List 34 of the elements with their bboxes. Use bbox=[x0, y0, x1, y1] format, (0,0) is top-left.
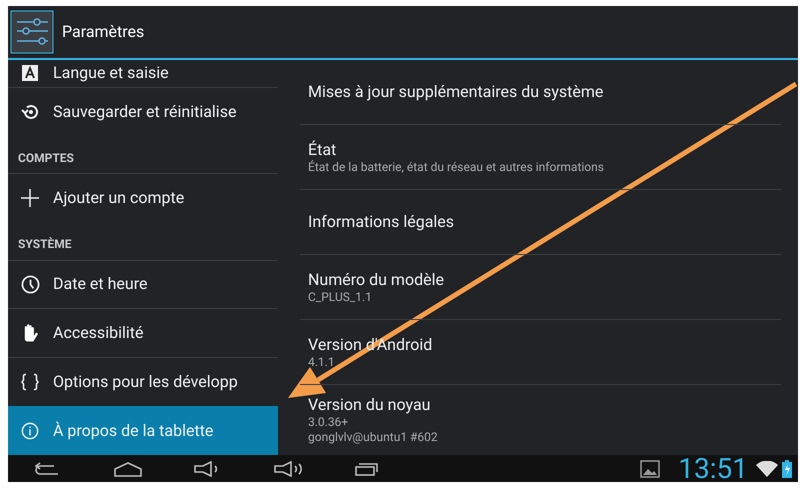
info-icon bbox=[21, 422, 39, 440]
setting-summary: C_PLUS_1.1 bbox=[308, 290, 373, 304]
setting-summary: gonglvlv@ubuntu1 #602 bbox=[308, 430, 439, 445]
app-title: Paramètres bbox=[62, 21, 144, 43]
home-icon[interactable] bbox=[114, 460, 142, 476]
setting-title[interactable]: Numéro du modèle bbox=[308, 270, 781, 290]
setting-summary: 4.1.1 bbox=[308, 354, 336, 370]
setting-title[interactable]: État bbox=[308, 140, 781, 160]
clock: 13:51 bbox=[678, 454, 748, 482]
settings-category[interactable]: Langue et saisie bbox=[8, 60, 278, 88]
keyboard-letter-icon bbox=[22, 65, 38, 82]
settings-category[interactable]: Sauvegarder et réinitialise bbox=[8, 88, 278, 136]
settings-category[interactable]: Ajouter un compte bbox=[8, 174, 278, 223]
settings-category[interactable]: Options pour les développ bbox=[8, 358, 278, 406]
section-header: COMPTES bbox=[18, 150, 74, 167]
clock-icon bbox=[20, 274, 40, 294]
wifi-icon bbox=[756, 460, 778, 476]
settings-category[interactable]: Accessibilité bbox=[8, 309, 278, 358]
setting-title[interactable]: Informations légales bbox=[308, 212, 781, 232]
section-header: SYSTÈME bbox=[18, 236, 72, 254]
braces-icon bbox=[21, 373, 39, 392]
settings-category[interactable]: À propos de la tablette bbox=[8, 406, 278, 455]
battery-charging-icon bbox=[782, 460, 792, 478]
back-icon[interactable] bbox=[34, 462, 60, 476]
settings-category[interactable]: Date et heure bbox=[8, 260, 278, 310]
setting-title[interactable]: Version du noyau bbox=[308, 395, 781, 415]
setting-title[interactable]: Mises à jour supplémentaires du système bbox=[308, 82, 781, 102]
plus-icon bbox=[20, 188, 40, 208]
image-notification-icon[interactable] bbox=[640, 460, 660, 478]
recent-apps-icon[interactable] bbox=[354, 460, 380, 476]
setting-summary: État de la batterie, état du réseau et autres informations bbox=[308, 160, 605, 174]
setting-summary: 3.0.36+ bbox=[308, 415, 350, 430]
restore-icon bbox=[21, 103, 39, 122]
settings-sliders-icon[interactable] bbox=[10, 10, 54, 54]
